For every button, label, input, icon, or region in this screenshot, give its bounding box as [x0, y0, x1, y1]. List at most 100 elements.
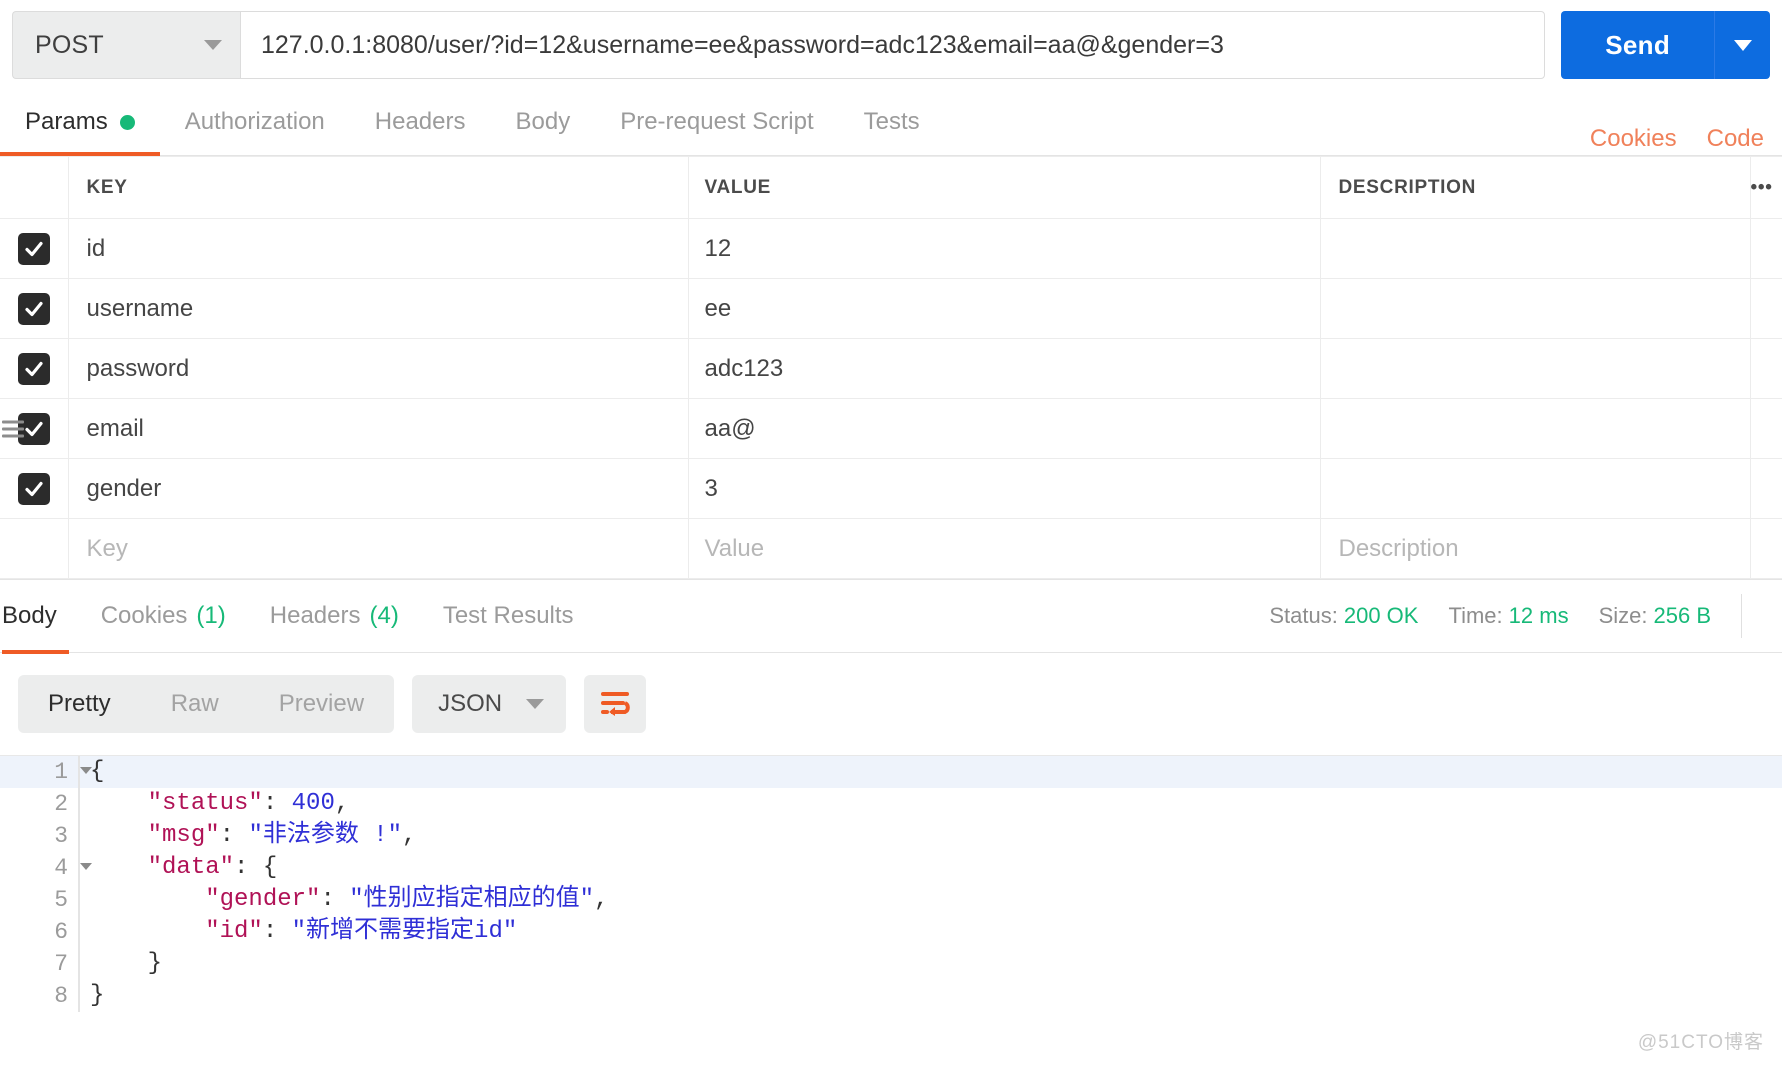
table-row-empty: Key Value Description — [0, 518, 1782, 579]
code-line: 7 } — [0, 948, 1782, 980]
new-param-description-input[interactable]: Description — [1319, 518, 1751, 579]
response-tab-test-results[interactable]: Test Results — [421, 579, 596, 653]
response-tab-body-label: Body — [2, 602, 57, 629]
tab-params[interactable]: Params — [0, 89, 160, 156]
table-row: email aa@ — [0, 398, 1782, 459]
size-label: Size: — [1598, 603, 1648, 628]
param-key-cell[interactable]: id — [67, 218, 689, 279]
row-checkbox-cell — [0, 278, 68, 339]
response-tab-cookies[interactable]: Cookies (1) — [79, 579, 248, 653]
line-number: 5 — [54, 887, 68, 913]
request-url-value: 127.0.0.1:8080/user/?id=12&username=ee&p… — [261, 30, 1224, 59]
response-body-viewer[interactable]: 1{2 "status": 400, 3 "msg": "非法参数 !", 4 "d… — [0, 755, 1782, 1012]
send-options-button[interactable] — [1714, 11, 1770, 79]
chevron-down-icon — [1733, 39, 1752, 51]
http-method-label: POST — [35, 30, 104, 59]
tab-pre-request-script[interactable]: Pre-request Script — [595, 89, 838, 155]
new-param-value-input[interactable]: Value — [687, 518, 1321, 579]
line-number: 4 — [0, 852, 92, 884]
param-description-cell[interactable] — [1319, 398, 1751, 459]
cookies-link[interactable]: Cookies — [1590, 125, 1677, 153]
tab-headers-label: Headers — [374, 108, 466, 135]
bulk-edit-icon[interactable]: ••• — [1749, 156, 1782, 219]
row-checkbox[interactable] — [17, 292, 50, 325]
param-row-actions-empty — [1749, 518, 1782, 579]
view-mode-raw[interactable]: Raw — [141, 675, 249, 733]
status-badge: Status: 200 OK — [1269, 603, 1418, 629]
fold-toggle-icon[interactable] — [80, 863, 92, 870]
param-value-cell[interactable]: 3 — [687, 458, 1321, 519]
row-checkbox[interactable] — [17, 352, 50, 385]
send-button[interactable]: Send — [1561, 11, 1714, 79]
param-description-cell[interactable] — [1319, 338, 1751, 399]
response-tab-bar: Body Cookies (1) Headers (4) Test Result… — [0, 579, 1782, 654]
response-format-selector[interactable]: JSON — [412, 675, 567, 733]
fold-toggle-icon[interactable] — [80, 767, 92, 774]
request-url-row: POST 127.0.0.1:8080/user/?id=12&username… — [0, 0, 1782, 90]
tab-authorization[interactable]: Authorization — [160, 89, 350, 155]
param-row-actions — [1749, 458, 1782, 519]
response-format-label: JSON — [438, 690, 503, 717]
response-tab-headers[interactable]: Headers (4) — [248, 579, 421, 653]
word-wrap-button[interactable] — [584, 675, 647, 733]
postman-window: POST 127.0.0.1:8080/user/?id=12&username… — [0, 0, 1782, 1066]
request-url-input[interactable]: 127.0.0.1:8080/user/?id=12&username=ee&p… — [240, 11, 1546, 79]
tab-headers[interactable]: Headers — [350, 89, 491, 155]
params-header-value: VALUE — [687, 156, 1321, 219]
param-description-cell[interactable] — [1319, 278, 1751, 339]
new-param-key-input[interactable]: Key — [67, 518, 689, 579]
params-header-checkbox-col — [0, 156, 68, 219]
code-text: } — [80, 948, 162, 980]
row-drag-handle-icon[interactable] — [2, 416, 24, 441]
code-token-k: "gender" — [205, 886, 321, 913]
param-value-cell[interactable]: aa@ — [687, 398, 1321, 459]
param-key-cell[interactable]: username — [67, 278, 689, 339]
code-token-p: : — [262, 918, 292, 945]
response-tab-body[interactable]: Body — [0, 579, 79, 654]
param-row-actions — [1749, 218, 1782, 279]
params-table: KEY VALUE DESCRIPTION ••• id 12 username… — [0, 156, 1782, 579]
code-token-p: , — [402, 822, 417, 849]
params-table-body: id 12 username ee password adc123 email … — [0, 218, 1782, 579]
row-checkbox-cell — [0, 338, 68, 399]
row-checkbox-cell-empty — [0, 518, 68, 579]
time-value: 12 ms — [1508, 603, 1569, 628]
http-method-selector[interactable]: POST — [12, 11, 240, 79]
code-line: 2 "status": 400, — [0, 788, 1782, 820]
line-number: 1 — [0, 756, 92, 788]
code-text: "id": "新增不需要指定id" — [80, 916, 517, 948]
param-description-cell[interactable] — [1319, 458, 1751, 519]
tab-tests[interactable]: Tests — [839, 89, 945, 155]
code-token-s: "新增不需要指定id" — [291, 918, 518, 945]
code-token-k: "msg" — [147, 822, 220, 849]
param-key-cell[interactable]: password — [67, 338, 689, 399]
tab-pre-request-script-label: Pre-request Script — [620, 108, 814, 135]
params-indicator-dot-icon — [119, 114, 135, 130]
code-token-p: : — [262, 790, 292, 817]
line-number: 6 — [54, 919, 68, 945]
code-token-p: : { — [234, 854, 278, 881]
param-description-cell[interactable] — [1319, 218, 1751, 279]
param-value-cell[interactable]: adc123 — [687, 338, 1321, 399]
send-button-group: Send — [1561, 11, 1770, 79]
view-mode-pretty[interactable]: Pretty — [18, 675, 141, 733]
code-token-k: "id" — [205, 918, 263, 945]
code-token-s: "性别应指定相应的值" — [349, 886, 595, 913]
tab-body-label: Body — [515, 108, 571, 135]
view-mode-preview[interactable]: Preview — [249, 675, 394, 733]
code-token-n: 400 — [291, 790, 335, 817]
code-line: 6 "id": "新增不需要指定id" — [0, 916, 1782, 948]
param-key-cell[interactable]: email — [67, 398, 689, 459]
code-link[interactable]: Code — [1707, 125, 1764, 153]
row-checkbox[interactable] — [17, 472, 50, 505]
row-checkbox-cell — [0, 458, 68, 519]
row-checkbox[interactable] — [17, 232, 50, 265]
code-text: } — [80, 980, 104, 1012]
code-line: 8} — [0, 980, 1782, 1012]
param-value-cell[interactable]: 12 — [687, 218, 1321, 279]
param-value-cell[interactable]: ee — [687, 278, 1321, 339]
chevron-down-icon — [204, 40, 222, 50]
size-value: 256 B — [1653, 603, 1712, 628]
tab-body[interactable]: Body — [491, 89, 596, 155]
param-key-cell[interactable]: gender — [67, 458, 689, 519]
